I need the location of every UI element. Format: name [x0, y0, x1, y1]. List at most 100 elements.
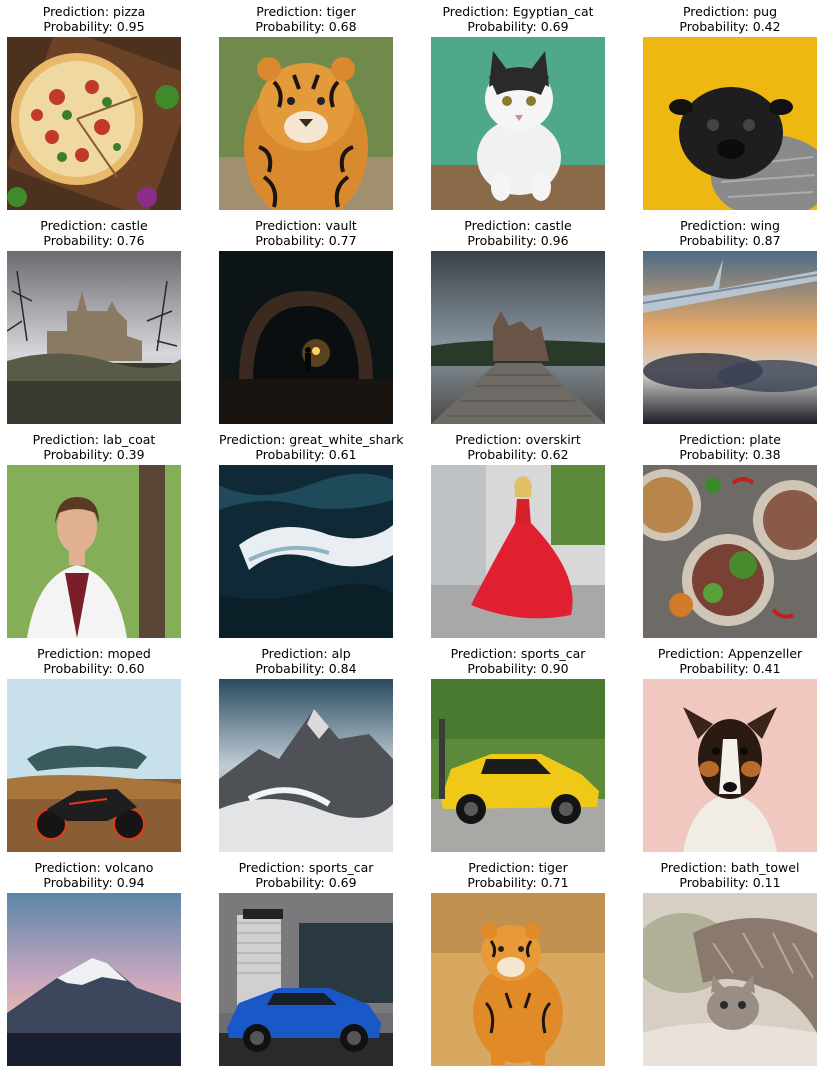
grid-cell: Prediction: great_white_shark Probabilit…: [219, 432, 404, 638]
grid-cell: Prediction: sports_car Probability: 0.90: [431, 646, 605, 852]
prediction-label: castle: [534, 218, 572, 233]
probability-value: 0.39: [116, 446, 145, 462]
grid-cell: Prediction: bath_towel Probability: 0.11: [643, 860, 817, 1066]
snowy-peak-photo: [7, 893, 181, 1066]
prediction-title: Prediction: alp Probability: 0.84: [255, 646, 357, 676]
probability-value: 0.69: [328, 874, 357, 890]
grid-cell: Prediction: alp Probability: 0.84: [219, 646, 393, 852]
probability-value: 0.38: [752, 446, 781, 462]
ocean-waves-photo: [219, 465, 393, 638]
prediction-title: Prediction: bath_towel Probability: 0.11: [660, 860, 800, 890]
grid-cell: Prediction: plate Probability: 0.38: [643, 432, 817, 638]
grid-cell: Prediction: overskirt Probability: 0.62: [431, 432, 605, 638]
prediction-title: Prediction: pug Probability: 0.42: [679, 4, 781, 34]
castle-road-photo: [431, 251, 605, 424]
probability-value: 0.84: [328, 660, 357, 676]
prediction-label: sports_car: [520, 646, 586, 661]
probability-value: 0.11: [752, 874, 781, 890]
grid-cell: Prediction: Appenzeller Probability: 0.4…: [643, 646, 817, 852]
prediction-label: volcano: [104, 860, 154, 875]
grid-cell: Prediction: castle Probability: 0.96: [431, 218, 605, 424]
yellow-sports-car-photo: [431, 679, 605, 852]
prediction-title: Prediction: sports_car Probability: 0.90: [450, 646, 586, 676]
prediction-label: tiger: [326, 4, 356, 19]
probability-value: 0.42: [752, 18, 781, 34]
grid-cell: Prediction: tiger Probability: 0.71: [431, 860, 605, 1066]
grid-cell: Prediction: sports_car Probability: 0.69: [219, 860, 393, 1066]
grid-cell: Prediction: pizza Probability: 0.95: [7, 4, 181, 210]
prediction-label: wing: [750, 218, 780, 233]
grid-cell: Prediction: lab_coat Probability: 0.39: [7, 432, 181, 638]
food-plates-photo: [643, 465, 817, 638]
pizza-photo: [7, 37, 181, 210]
prediction-label: great_white_shark: [289, 432, 404, 447]
cat-photo: [431, 37, 605, 210]
probability-value: 0.90: [540, 660, 569, 676]
prediction-title: Prediction: tiger Probability: 0.68: [255, 4, 357, 34]
dog-photo: [643, 679, 817, 852]
prediction-title: Prediction: castle Probability: 0.76: [40, 218, 148, 248]
prediction-title: Prediction: pizza Probability: 0.95: [42, 4, 146, 34]
prediction-title: Prediction: castle Probability: 0.96: [464, 218, 572, 248]
prediction-title: Prediction: sports_car Probability: 0.69: [238, 860, 374, 890]
probability-value: 0.95: [116, 18, 145, 34]
prediction-title: Prediction: wing Probability: 0.87: [679, 218, 781, 248]
prediction-label: plate: [749, 432, 781, 447]
prediction-title: Prediction: Appenzeller Probability: 0.4…: [657, 646, 803, 676]
prediction-title: Prediction: tiger Probability: 0.71: [467, 860, 569, 890]
grid-cell: Prediction: wing Probability: 0.87: [643, 218, 817, 424]
grid-cell: Prediction: Egyptian_cat Probability: 0.…: [431, 4, 605, 210]
prediction-title: Prediction: volcano Probability: 0.94: [34, 860, 154, 890]
grid-cell: Prediction: pug Probability: 0.42: [643, 4, 817, 210]
mountain-photo: [219, 679, 393, 852]
probability-value: 0.71: [540, 874, 569, 890]
prediction-label: tiger: [538, 860, 568, 875]
probability-value: 0.62: [540, 446, 569, 462]
prediction-label: vault: [325, 218, 357, 233]
probability-value: 0.68: [328, 18, 357, 34]
prediction-title: Prediction: overskirt Probability: 0.62: [455, 432, 581, 462]
tiger-photo: [219, 37, 393, 210]
prediction-title: Prediction: Egyptian_cat Probability: 0.…: [442, 4, 594, 34]
walking-tiger-photo: [431, 893, 605, 1066]
prediction-label: bath_towel: [730, 860, 800, 875]
prediction-title: Prediction: plate Probability: 0.38: [679, 432, 781, 462]
probability-value: 0.60: [116, 660, 145, 676]
probability-value: 0.61: [328, 446, 357, 462]
prediction-label: alp: [331, 646, 351, 661]
prediction-label: Egyptian_cat: [512, 4, 594, 19]
blue-car-photo: [219, 893, 393, 1066]
prediction-label: moped: [107, 646, 151, 661]
prediction-label: pug: [753, 4, 778, 19]
probability-value: 0.76: [116, 232, 145, 248]
grid-cell: Prediction: moped Probability: 0.60: [7, 646, 181, 852]
motorcycle-photo: [7, 679, 181, 852]
prediction-label: overskirt: [525, 432, 581, 447]
prediction-label: castle: [110, 218, 148, 233]
woman-lab-coat-photo: [7, 465, 181, 638]
probability-value: 0.96: [540, 232, 569, 248]
pug-photo: [643, 37, 817, 210]
red-dress-photo: [431, 465, 605, 638]
probability-value: 0.87: [752, 232, 781, 248]
prediction-title: Prediction: great_white_shark Probabilit…: [219, 432, 404, 462]
prediction-title: Prediction: vault Probability: 0.77: [255, 218, 357, 248]
probability-value: 0.41: [752, 660, 781, 676]
prediction-label: Appenzeller: [728, 646, 803, 661]
probability-value: 0.69: [540, 18, 569, 34]
airplane-wing-photo: [643, 251, 817, 424]
prediction-label: sports_car: [308, 860, 374, 875]
tunnel-photo: [219, 251, 393, 424]
probability-value: 0.77: [328, 232, 357, 248]
grid-cell: Prediction: castle Probability: 0.76: [7, 218, 181, 424]
prediction-label: pizza: [113, 4, 146, 19]
grid-cell: Prediction: tiger Probability: 0.68: [219, 4, 393, 210]
prediction-label: lab_coat: [102, 432, 156, 447]
prediction-title: Prediction: lab_coat Probability: 0.39: [32, 432, 156, 462]
cat-blanket-photo: [643, 893, 817, 1066]
grid-cell: Prediction: volcano Probability: 0.94: [7, 860, 181, 1066]
castle-photo: [7, 251, 181, 424]
probability-value: 0.94: [116, 874, 145, 890]
grid-cell: Prediction: vault Probability: 0.77: [219, 218, 393, 424]
prediction-title: Prediction: moped Probability: 0.60: [37, 646, 151, 676]
